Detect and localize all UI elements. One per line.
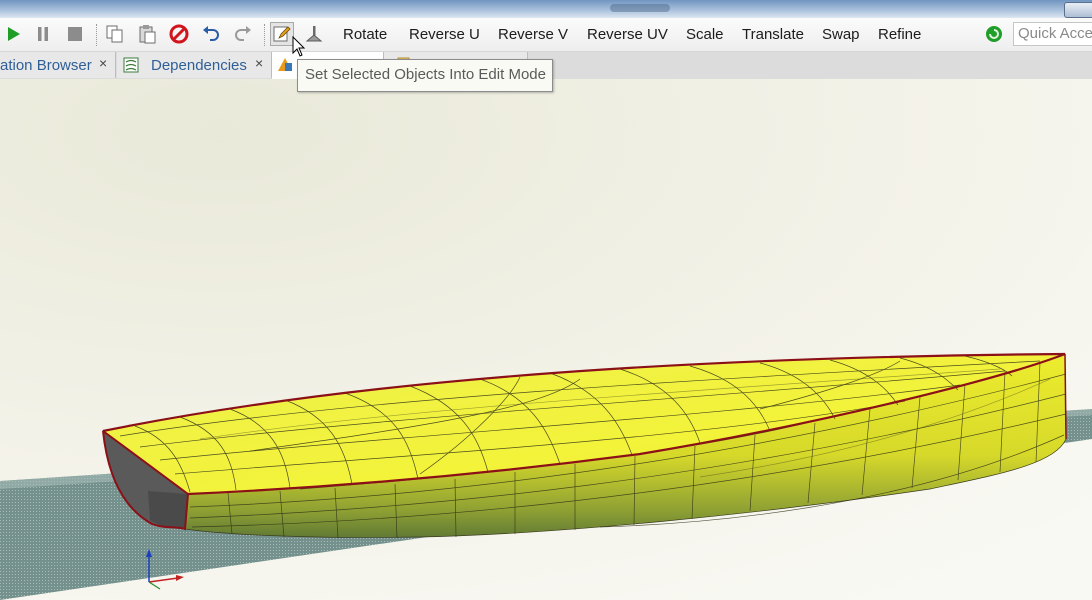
- tab-label: Dependencies: [151, 57, 247, 74]
- copy-icon[interactable]: [103, 22, 127, 46]
- tooltip: Set Selected Objects Into Edit Mode: [297, 59, 553, 92]
- pause-icon[interactable]: [31, 22, 55, 46]
- paste-icon[interactable]: [135, 22, 159, 46]
- reverse-uv-button[interactable]: Reverse UV: [587, 26, 668, 43]
- redo-icon[interactable]: [231, 22, 255, 46]
- undo-icon[interactable]: [199, 22, 223, 46]
- play-icon[interactable]: [1, 22, 25, 46]
- 3d-viewport[interactable]: [0, 79, 1092, 600]
- scale-button[interactable]: Scale: [686, 26, 724, 43]
- mouse-cursor-icon: [292, 35, 306, 63]
- title-text-blur: [610, 4, 670, 12]
- reverse-v-button[interactable]: Reverse V: [498, 26, 568, 43]
- toolbar: Rotate Reverse U Reverse V Reverse UV Sc…: [0, 18, 1092, 52]
- hull-model-canvas[interactable]: [0, 79, 1092, 600]
- delete-icon[interactable]: [167, 22, 191, 46]
- window-title-bar: [0, 0, 1092, 18]
- close-icon[interactable]: ×: [99, 55, 107, 71]
- status-indicator-icon[interactable]: [982, 22, 1006, 46]
- edit-pencil-icon[interactable]: [270, 22, 294, 46]
- window-control-button[interactable]: [1064, 2, 1092, 18]
- quick-access-input[interactable]: Quick Access: [1013, 22, 1092, 46]
- rotate-button[interactable]: Rotate: [343, 26, 387, 43]
- close-icon[interactable]: ×: [255, 55, 263, 71]
- refine-button[interactable]: Refine: [878, 26, 921, 43]
- translate-button[interactable]: Translate: [742, 26, 804, 43]
- bow-edge: [1064, 353, 1067, 440]
- tab-navigation-browser[interactable]: ation Browser ×: [0, 52, 116, 78]
- swap-button[interactable]: Swap: [822, 26, 860, 43]
- tab-dependencies[interactable]: Dependencies ×: [117, 52, 272, 78]
- toolbar-separator: [264, 24, 265, 46]
- tab-label: ation Browser: [0, 57, 92, 74]
- reverse-u-button[interactable]: Reverse U: [409, 26, 480, 43]
- toolbar-separator: [96, 24, 97, 46]
- stop-icon[interactable]: [63, 22, 87, 46]
- dependencies-icon: [123, 57, 139, 77]
